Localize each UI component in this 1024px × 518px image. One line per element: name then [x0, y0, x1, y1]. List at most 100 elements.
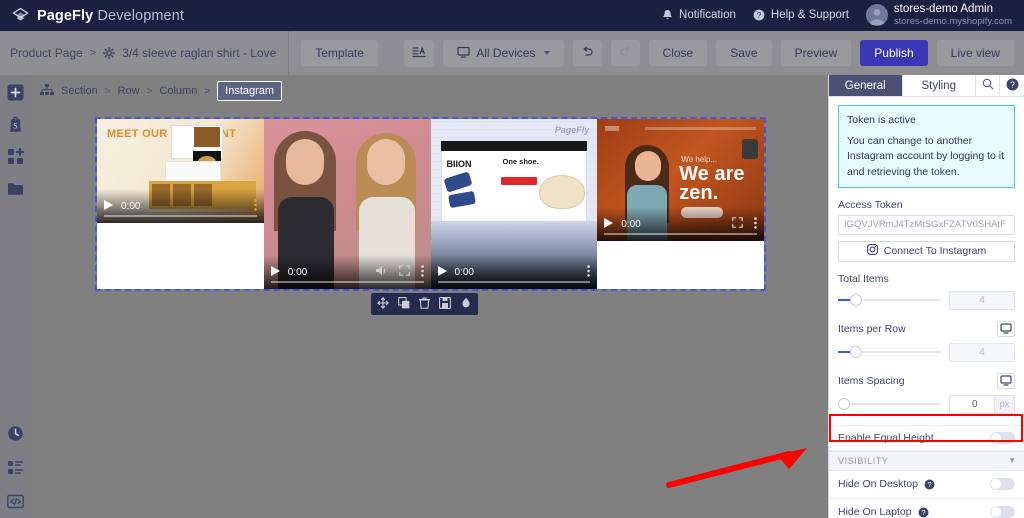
desktop-icon[interactable] — [997, 372, 1015, 389]
video-scrubber[interactable] — [604, 233, 757, 235]
slider-knob[interactable] — [850, 294, 863, 307]
list-item[interactable]: PageFly BIION One shoe. 0:00 — [430, 119, 598, 289]
slider-track — [838, 403, 941, 406]
access-token-input[interactable]: IGQVJVRmJ4TzMtSGxFZATV0SHAtF — [838, 214, 1015, 235]
mute-icon[interactable] — [375, 265, 388, 279]
hide-on-desktop-toggle[interactable] — [990, 478, 1015, 491]
hide-on-laptop-toggle[interactable] — [990, 506, 1015, 518]
list-item[interactable]: We help... We are zen. 0:00 — [597, 119, 764, 289]
fullscreen-icon[interactable] — [732, 217, 743, 231]
panel-search-button[interactable] — [976, 75, 1000, 96]
question-circle-icon: ? — [1006, 78, 1019, 94]
more-options-icon[interactable] — [420, 264, 424, 280]
red-pointer-arrow-annotation — [666, 448, 807, 488]
tab-general[interactable]: General — [829, 75, 903, 96]
fullscreen-icon[interactable] — [398, 265, 410, 279]
play-icon[interactable] — [270, 265, 280, 279]
hide-on-desktop-row[interactable]: Hide On Desktop ? — [829, 471, 1024, 499]
paint-drop-icon[interactable] — [460, 297, 472, 312]
enable-equal-height-row[interactable]: Enable Equal Height — [829, 424, 1024, 451]
more-options-icon[interactable] — [253, 198, 257, 214]
video-controls[interactable]: 0:00 — [430, 255, 598, 289]
svg-text:?: ? — [921, 508, 925, 517]
total-items-value[interactable]: 4 — [949, 290, 1015, 310]
total-items-label: Total Items — [838, 272, 889, 285]
breadcrumb-page[interactable]: 3/4 sleeve raglan shirt - Love — [122, 46, 276, 60]
notification-button[interactable]: Notification — [662, 9, 736, 21]
video-controls[interactable]: 0:00 — [263, 255, 431, 289]
panel-help-button[interactable]: ? — [1000, 75, 1024, 96]
list-item[interactable]: MEET OUR MERCHANT 0:00 — [97, 119, 264, 289]
video-controls-right — [587, 264, 591, 280]
video-scrubber[interactable] — [104, 215, 257, 217]
clock-icon[interactable] — [6, 424, 24, 442]
canvas-breadcrumb-active-instagram[interactable]: Instagram — [217, 81, 283, 101]
grid-blocks-icon[interactable] — [6, 147, 24, 165]
plus-square-icon[interactable] — [6, 83, 24, 101]
brand-logo-group[interactable]: PageFly Development — [12, 7, 184, 24]
tab-styling[interactable]: Styling — [903, 75, 976, 96]
instagram-element-selection[interactable]: MEET OUR MERCHANT 0:00 — [95, 117, 766, 291]
token-status-body: You can change to another Instagram acco… — [847, 135, 1005, 178]
video-thumb-we-are-zen[interactable]: We help... We are zen. 0:00 — [597, 119, 764, 241]
save-box-icon[interactable] — [439, 296, 451, 312]
live-view-button[interactable]: Live view — [936, 40, 1014, 66]
video-thumb-two-women[interactable]: 0:00 — [263, 119, 431, 289]
svg-text:?: ? — [1010, 79, 1015, 89]
video-controls[interactable]: 0:00 — [97, 189, 264, 223]
visibility-section-header[interactable]: VISIBILITY ▾ — [829, 450, 1024, 471]
connect-to-instagram-button[interactable]: Connect To Instagram — [838, 240, 1015, 262]
video-thumb-biion[interactable]: PageFly BIION One shoe. 0:00 — [430, 119, 598, 289]
account-menu[interactable]: stores-demo Admin stores-demo.myshopify.… — [865, 3, 1012, 27]
trash-icon[interactable] — [418, 297, 431, 312]
items-spacing-value-wrap[interactable]: 0 px — [949, 394, 1015, 414]
hide-on-laptop-row[interactable]: Hide On Laptop ? — [829, 499, 1024, 518]
save-button[interactable]: Save — [716, 40, 772, 66]
items-per-row-slider[interactable] — [838, 346, 941, 359]
canvas-breadcrumb-column[interactable]: Column — [159, 85, 197, 97]
shopify-bag-icon[interactable]: S — [6, 115, 24, 133]
slider-knob[interactable] — [850, 346, 863, 359]
breadcrumb: Product Page > 3/4 sleeve raglan shirt -… — [10, 46, 276, 60]
video-thumb-meet-our-merchant[interactable]: MEET OUR MERCHANT 0:00 — [97, 119, 264, 223]
publish-button[interactable]: Publish — [860, 40, 928, 66]
play-icon[interactable] — [604, 217, 614, 231]
list-item[interactable]: 0:00 — [263, 119, 431, 289]
typography-button[interactable] — [404, 39, 435, 67]
video-scrubber[interactable] — [270, 281, 424, 283]
items-spacing-slider[interactable] — [838, 398, 941, 411]
preview-button[interactable]: Preview — [780, 40, 852, 66]
total-items-slider[interactable] — [838, 294, 941, 307]
canvas-breadcrumb-section[interactable]: Section — [61, 85, 98, 97]
breadcrumb-parent[interactable]: Product Page — [10, 46, 83, 60]
items-per-row-value[interactable]: 4 — [949, 342, 1015, 362]
notification-label: Notification — [679, 9, 736, 22]
code-brackets-icon[interactable] — [6, 492, 24, 510]
more-options-icon[interactable] — [587, 264, 591, 280]
canvas-breadcrumb-row[interactable]: Row — [118, 85, 140, 97]
question-circle-icon[interactable]: ? — [924, 479, 935, 490]
device-selector[interactable]: All Devices — [443, 39, 564, 67]
undo-button[interactable] — [572, 40, 602, 66]
move-arrows-icon[interactable] — [377, 296, 389, 312]
play-icon[interactable] — [104, 199, 113, 213]
slider-knob[interactable] — [838, 398, 850, 411]
enable-equal-height-toggle[interactable] — [990, 431, 1015, 444]
gear-icon[interactable] — [103, 47, 116, 59]
play-icon[interactable] — [437, 265, 447, 279]
template-button[interactable]: Template — [301, 40, 378, 66]
desktop-icon[interactable] — [997, 320, 1015, 337]
brand-bar: PageFly Development Notification ? Help … — [0, 0, 1024, 31]
video-controls[interactable]: 0:00 — [597, 207, 764, 241]
close-button[interactable]: Close — [648, 40, 708, 66]
element-floating-toolbar[interactable] — [371, 293, 478, 315]
pagefly-diamond-logo-icon — [12, 7, 29, 24]
more-options-icon[interactable] — [754, 216, 757, 232]
copy-layers-icon[interactable] — [398, 296, 410, 312]
folder-icon[interactable] — [6, 179, 24, 197]
list-layers-icon[interactable] — [6, 458, 24, 476]
redo-button[interactable] — [610, 40, 640, 66]
video-scrubber[interactable] — [437, 281, 591, 283]
help-support-button[interactable]: ? Help & Support — [753, 9, 849, 21]
question-circle-icon[interactable]: ? — [918, 507, 929, 518]
